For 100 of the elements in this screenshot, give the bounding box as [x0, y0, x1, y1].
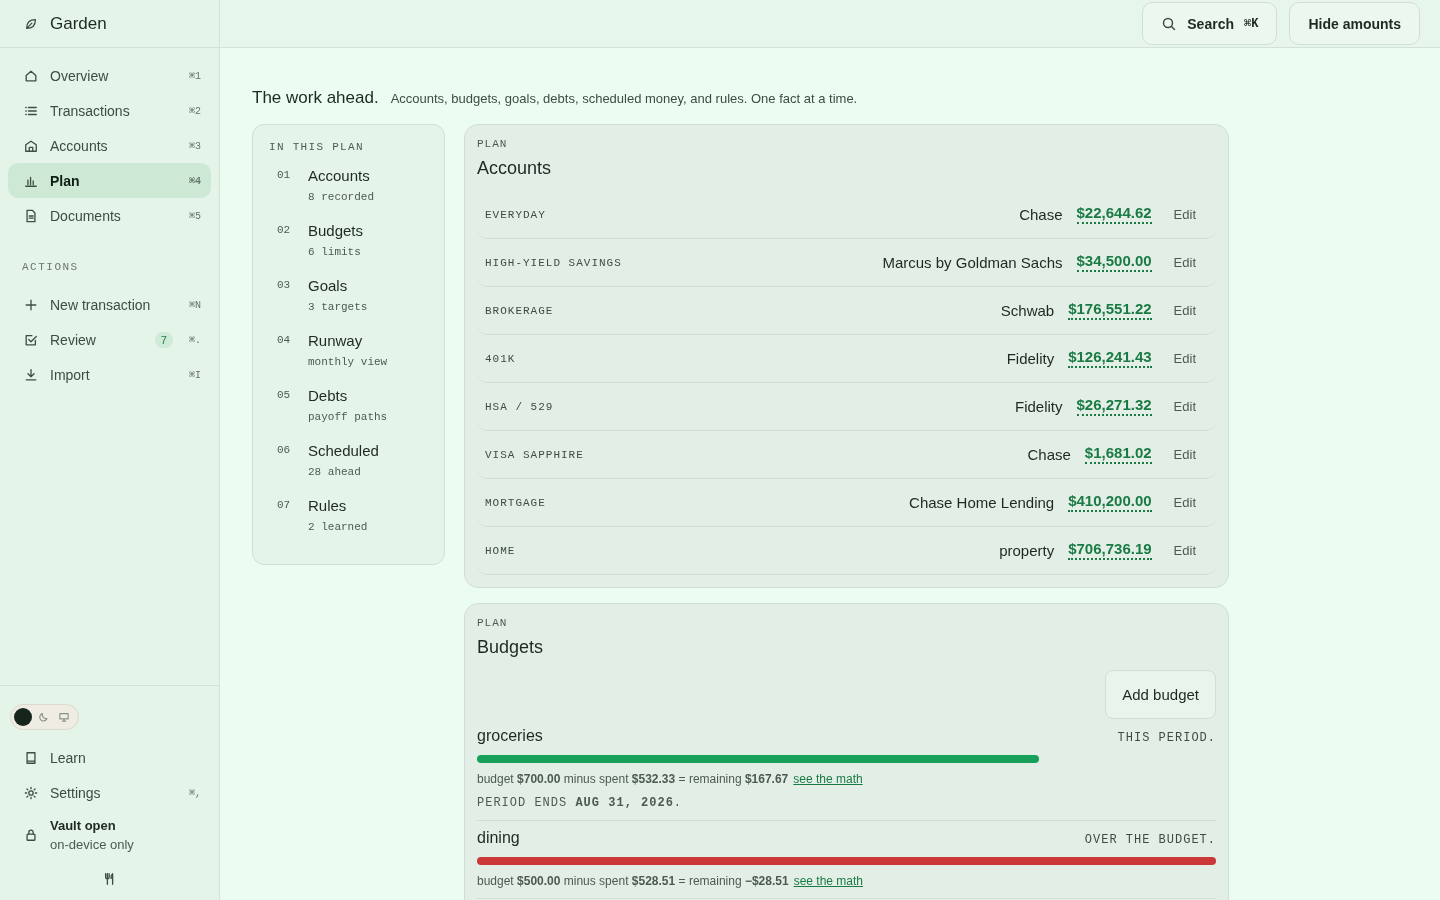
action-item[interactable]: Review 7 ⌘.: [8, 322, 211, 357]
contents-link[interactable]: Accounts: [308, 167, 428, 184]
moon-icon[interactable]: [38, 711, 50, 723]
nav-item[interactable]: Documents ⌘5: [8, 198, 211, 233]
institution-name: Chase: [1019, 206, 1063, 223]
contents-link[interactable]: Goals: [308, 277, 428, 294]
action-label: New transaction: [50, 296, 152, 313]
action-item[interactable]: New transaction ⌘N: [8, 287, 211, 322]
item-note: payoff paths: [308, 411, 389, 423]
nav-label: Plan: [50, 172, 81, 189]
add-budget-button[interactable]: Add budget: [1105, 670, 1216, 719]
nav-item[interactable]: Plan ⌘4: [8, 163, 211, 198]
balance-amount[interactable]: $34,500.00: [1076, 253, 1152, 272]
balance-amount[interactable]: $26,271.32: [1076, 397, 1152, 416]
card-eyebrow: PLAN: [477, 617, 509, 629]
balance-amount[interactable]: $1,681.02: [1084, 445, 1152, 464]
lock-icon: [24, 828, 38, 842]
action-item[interactable]: Import ⌘I: [8, 357, 211, 392]
item-note: monthly view: [308, 356, 389, 368]
balance-amount[interactable]: $22,644.62: [1076, 205, 1152, 224]
nav-label: Documents: [50, 207, 122, 224]
action-label: Import: [50, 366, 91, 383]
contents-link[interactable]: Runway: [308, 332, 428, 349]
edit-button[interactable]: Edit: [1173, 447, 1196, 462]
card-title: Accounts: [477, 158, 553, 179]
bank-icon: [24, 138, 38, 153]
account-type: 401K: [485, 352, 517, 365]
item-note: 8 recorded: [308, 191, 375, 203]
item-number: 07: [277, 498, 292, 513]
edit-button[interactable]: Edit: [1173, 399, 1196, 414]
item-number: 06: [277, 443, 292, 458]
institution-name: Chase: [1027, 446, 1071, 463]
home-icon: [24, 68, 38, 83]
edit-button[interactable]: Edit: [1173, 495, 1196, 510]
account-type: MORTGAGE: [485, 496, 547, 509]
item-number: 01: [277, 168, 292, 183]
section-heading: ACTIONS: [21, 260, 80, 275]
institution-name: Fidelity: [1006, 350, 1055, 367]
account-type: BROKERAGE: [485, 304, 555, 317]
download-icon: [24, 367, 38, 382]
shortcut-hint: ⌘2: [188, 104, 201, 117]
document-icon: [24, 208, 38, 223]
contents-link[interactable]: Rules: [308, 497, 428, 514]
shortcut-hint: ⌘3: [188, 139, 201, 152]
edit-button[interactable]: Edit: [1173, 255, 1196, 270]
nav-label: Accounts: [50, 137, 109, 154]
institution-name: Fidelity: [1015, 398, 1063, 415]
item-number: 04: [277, 333, 292, 348]
sun-icon: [24, 785, 38, 800]
item-note: 3 targets: [308, 301, 369, 313]
shortcut-hint: ⌘,: [188, 786, 201, 799]
panel-heading: IN THIS PLAN: [269, 141, 365, 153]
hide-amounts-button[interactable]: Hide amounts: [1289, 2, 1420, 45]
institution-name: property: [999, 542, 1055, 559]
budget-status: THIS PERIOD.: [1117, 731, 1216, 745]
account-type: HOME: [485, 544, 517, 557]
theme-switch[interactable]: [10, 704, 79, 730]
plus-icon: [24, 297, 38, 312]
shortcut-hint: ⌘1: [188, 69, 201, 82]
account-type: HIGH-YIELD SAVINGS: [485, 256, 623, 269]
footer-label: Settings: [50, 784, 102, 801]
contents-link[interactable]: Debts: [308, 387, 428, 404]
contents-link[interactable]: Scheduled: [308, 442, 428, 459]
budget-math: budget $700.00 minus spent $532.33 = remaining $167.67: [477, 772, 789, 786]
shortcut-hint: ⌘4: [188, 174, 201, 187]
contents-link[interactable]: Budgets: [308, 222, 428, 239]
page-subtitle: Accounts, budgets, goals, debts, scheduled money, and rules. One fact at a time.: [390, 91, 858, 106]
budget-math: budget $500.00 minus spent $528.51 = remaining −$28.51: [477, 874, 789, 888]
institution-name: Schwab: [1000, 302, 1055, 319]
monitor-icon[interactable]: [58, 711, 70, 723]
balance-amount[interactable]: $176,551.22: [1068, 301, 1152, 320]
balance-amount[interactable]: $706,736.19: [1068, 541, 1152, 560]
budget-name: groceries: [477, 727, 543, 745]
account-type: EVERYDAY: [485, 208, 547, 221]
theme-option[interactable]: [14, 708, 32, 726]
search-button[interactable]: Search ⌘K: [1142, 2, 1278, 45]
card-title: Budgets: [477, 637, 545, 658]
shortcut-hint: ⌘.: [188, 333, 201, 346]
period-end: PERIOD ENDS AUG 31, 2026.: [477, 796, 684, 810]
budget-name: dining: [477, 829, 520, 847]
nav-item[interactable]: Transactions ⌘2: [8, 93, 211, 128]
edit-button[interactable]: Edit: [1173, 351, 1196, 366]
nav-item[interactable]: Accounts ⌘3: [8, 128, 211, 163]
edit-button[interactable]: Edit: [1173, 207, 1196, 222]
vault-status: Vault open: [50, 818, 117, 833]
balance-amount[interactable]: $410,200.00: [1068, 493, 1152, 512]
see-the-math-link[interactable]: see the math: [793, 772, 863, 786]
institution-name: Marcus by Goldman Sachs: [882, 254, 1063, 271]
action-label: Review: [50, 331, 97, 348]
shortcut-hint: ⌘5: [188, 209, 201, 222]
shortcut-hint: ⌘I: [188, 368, 201, 381]
edit-button[interactable]: Edit: [1173, 543, 1196, 558]
item-number: 02: [277, 223, 292, 238]
footer-item[interactable]: Learn: [8, 740, 211, 775]
footer-item[interactable]: Settings ⌘,: [8, 775, 211, 810]
see-the-math-link[interactable]: see the math: [793, 874, 863, 888]
nav-item[interactable]: Overview ⌘1: [8, 58, 211, 93]
item-note: 6 limits: [308, 246, 362, 258]
balance-amount[interactable]: $126,241.43: [1068, 349, 1152, 368]
edit-button[interactable]: Edit: [1173, 303, 1196, 318]
